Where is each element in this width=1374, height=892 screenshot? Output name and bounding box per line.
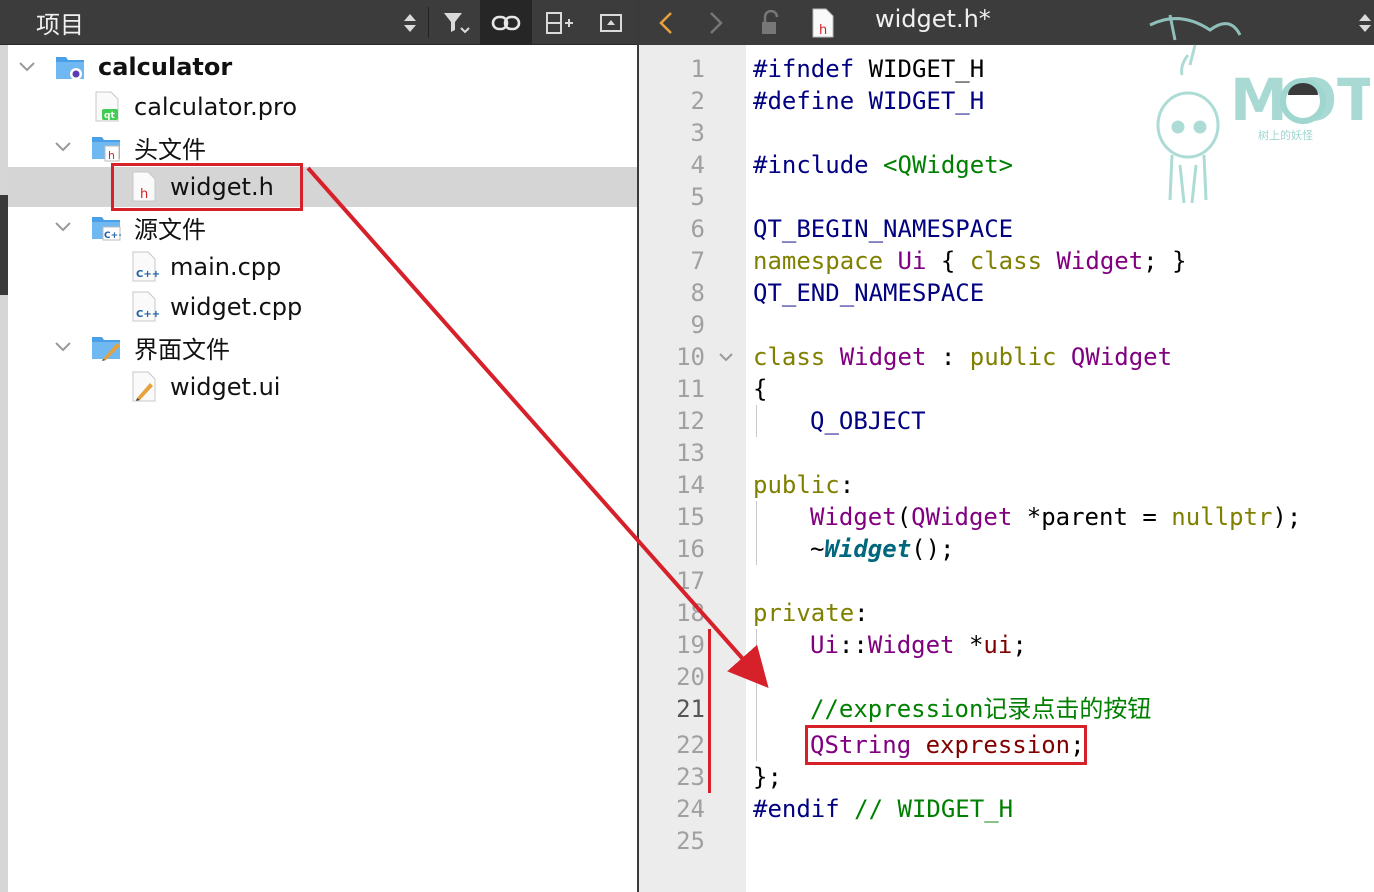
editor-file-title[interactable]: widget.h* (875, 5, 991, 33)
line-number-current: 21 (676, 695, 705, 723)
back-arrow-icon[interactable] (651, 0, 681, 45)
tree-item-calculator-pro[interactable]: qt calculator.pro (8, 87, 637, 127)
line-number: 12 (676, 407, 705, 435)
filter-icon[interactable] (436, 0, 476, 45)
highlight-box-widget-h (111, 163, 303, 211)
code-line-1[interactable]: #ifndef WIDGET_H (753, 53, 984, 85)
line-number: 1 (690, 55, 705, 83)
line-number: 9 (690, 311, 705, 339)
line-number: 4 (690, 151, 705, 179)
tree-item-label: calculator.pro (134, 93, 297, 121)
project-tree[interactable]: calculator qt calculator.pro h 头文件 h wid… (8, 45, 637, 892)
lock-icon[interactable] (755, 0, 787, 45)
code-line-16[interactable]: ~Widget(); (810, 533, 955, 565)
header-file-icon: h (807, 0, 839, 45)
code-line-19[interactable]: Ui::Widget *ui; (810, 629, 1027, 661)
line-number: 11 (676, 375, 705, 403)
fold-chevron-icon[interactable] (715, 337, 737, 377)
forward-arrow-icon[interactable] (701, 0, 731, 45)
code-line-6[interactable]: QT_BEGIN_NAMESPACE (753, 213, 1013, 245)
cpp-file-icon: C++ (129, 291, 160, 323)
line-number: 6 (690, 215, 705, 243)
split-add-icon[interactable] (538, 0, 582, 45)
code-line-4[interactable]: #include <QWidget> (753, 149, 1013, 181)
project-folder-icon (55, 51, 85, 83)
tree-item-widget-ui[interactable]: widget.ui (8, 367, 637, 407)
line-number: 8 (690, 279, 705, 307)
code-line-23[interactable]: }; (753, 761, 782, 793)
line-number: 14 (676, 471, 705, 499)
change-marker (708, 629, 711, 793)
code-line-12[interactable]: Q_OBJECT (810, 405, 926, 437)
code-line-7[interactable]: namespace Ui { class Widget; } (753, 245, 1187, 277)
tree-item-label: 界面文件 (134, 335, 230, 364)
tree-item-forms[interactable]: 界面文件 (8, 327, 637, 367)
line-number: 15 (676, 503, 705, 531)
tree-item-label: widget.cpp (170, 293, 303, 321)
line-number: 25 (676, 827, 705, 855)
line-number: 16 (676, 535, 705, 563)
code-line-11[interactable]: { (753, 373, 767, 405)
svg-text:C++: C++ (136, 309, 159, 320)
ui-file-icon (129, 371, 159, 403)
tree-item-headers[interactable]: h 头文件 (8, 127, 637, 167)
project-panel-title: 项目 (36, 11, 84, 39)
watermark-logo: MOT 树上的妖怪 (1140, 5, 1374, 205)
tree-item-label: calculator (98, 53, 233, 81)
source-folder-icon: C++ (91, 211, 126, 243)
line-number: 17 (676, 567, 705, 595)
chevron-down-icon[interactable] (52, 207, 74, 247)
forms-folder-icon (91, 331, 121, 363)
line-number: 10 (676, 343, 705, 371)
tree-item-label: main.cpp (170, 253, 282, 281)
tree-item-label: widget.ui (170, 373, 281, 401)
qt-pro-file-icon: qt (92, 91, 122, 123)
watermark-subtext: 树上的妖怪 (1258, 128, 1313, 142)
tree-item-sources[interactable]: C++ 源文件 (8, 207, 637, 247)
line-number: 19 (676, 631, 705, 659)
line-number: 24 (676, 795, 705, 823)
chevron-down-icon[interactable] (52, 327, 74, 367)
link-sync-icon[interactable] (480, 0, 532, 45)
left-edge (0, 45, 8, 892)
line-number: 20 (676, 663, 705, 691)
sort-updown-icon[interactable] (396, 0, 424, 45)
tree-item-main-cpp[interactable]: C++ main.cpp (8, 247, 637, 287)
tree-item-label: 源文件 (134, 215, 206, 244)
highlight-box-qstring (805, 725, 1087, 765)
code-line-15[interactable]: Widget(QWidget *parent = nullptr); (810, 501, 1301, 533)
line-number: 7 (690, 247, 705, 275)
project-panel: 项目 calculator qt calculator.pro h 头文件 h … (0, 0, 637, 892)
line-number: 23 (676, 763, 705, 791)
header-folder-icon: h (91, 131, 121, 163)
tree-item-widget-h[interactable]: h widget.h (8, 167, 637, 207)
code-line-21[interactable]: //expression记录点击的按钮 (810, 693, 1151, 725)
chevron-down-icon[interactable] (16, 47, 38, 87)
line-number: 13 (676, 439, 705, 467)
cpp-file-icon: C++ (129, 251, 160, 283)
code-line-8[interactable]: QT_END_NAMESPACE (753, 277, 984, 309)
line-number: 18 (676, 599, 705, 627)
svg-text:h: h (819, 23, 827, 38)
line-number: 5 (690, 183, 705, 211)
code-line-18[interactable]: private: (753, 597, 869, 629)
tree-item-calculator[interactable]: calculator (8, 47, 637, 87)
code-line-14[interactable]: public: (753, 469, 854, 501)
code-line-2[interactable]: #define WIDGET_H (753, 85, 984, 117)
svg-text:qt: qt (104, 111, 115, 121)
tree-item-label: 头文件 (134, 135, 206, 164)
svg-text:C++: C++ (104, 231, 121, 241)
line-number: 22 (676, 731, 705, 759)
close-panel-icon[interactable] (592, 0, 630, 45)
tree-item-widget-cpp[interactable]: C++ widget.cpp (8, 287, 637, 327)
line-number: 2 (690, 87, 705, 115)
code-line-24[interactable]: #endif // WIDGET_H (753, 793, 1013, 825)
svg-text:h: h (108, 149, 115, 162)
svg-text:C++: C++ (136, 269, 159, 280)
line-number: 3 (690, 119, 705, 147)
chevron-down-icon[interactable] (52, 127, 74, 167)
code-line-10[interactable]: class Widget : public QWidget (753, 341, 1172, 373)
project-toolbar: 项目 (0, 0, 637, 45)
